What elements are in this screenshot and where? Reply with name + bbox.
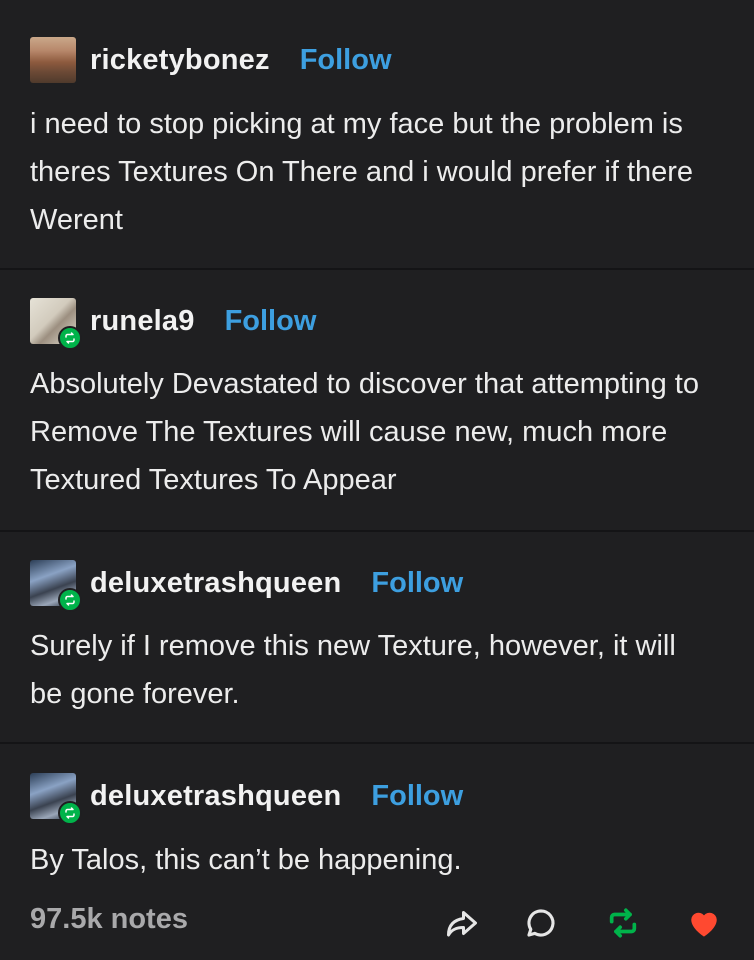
post-2: runela9 Follow Absolutely Devastated to … — [0, 268, 754, 532]
avatar[interactable] — [30, 560, 82, 612]
avatar[interactable] — [30, 773, 82, 825]
post-footer: 97.5k notes — [0, 895, 754, 951]
follow-button[interactable]: Follow — [225, 305, 317, 338]
reply-icon[interactable] — [521, 903, 561, 943]
post-1: ricketybonez Follow i need to stop picki… — [0, 0, 754, 270]
username[interactable]: deluxetrashqueen — [90, 567, 341, 600]
post-text: By Talos, this can’t be happening. — [30, 844, 462, 876]
reblog-badge-icon — [58, 801, 82, 825]
post-text: Surely if I remove this new Texture, how… — [30, 630, 676, 710]
username[interactable]: runela9 — [90, 305, 195, 338]
reblog-badge-icon — [58, 588, 82, 612]
username[interactable]: deluxetrashqueen — [90, 780, 341, 813]
share-icon[interactable] — [442, 903, 482, 943]
post-header: ricketybonez Follow — [30, 37, 392, 83]
post-text: i need to stop picking at my face but th… — [30, 108, 694, 236]
notes-count[interactable]: 97.5k notes — [30, 903, 188, 936]
post-text: Absolutely Devastated to discover that a… — [30, 368, 699, 496]
follow-button[interactable]: Follow — [300, 44, 392, 77]
avatar[interactable] — [30, 37, 76, 83]
username[interactable]: ricketybonez — [90, 44, 270, 77]
like-icon[interactable] — [684, 903, 724, 943]
post-header: deluxetrashqueen Follow — [30, 560, 463, 612]
reblog-icon[interactable] — [603, 903, 643, 943]
post-3: deluxetrashqueen Follow Surely if I remo… — [0, 530, 754, 744]
avatar[interactable] — [30, 298, 82, 350]
post-header: runela9 Follow — [30, 298, 317, 350]
follow-button[interactable]: Follow — [371, 567, 463, 600]
follow-button[interactable]: Follow — [371, 780, 463, 813]
reblog-badge-icon — [58, 326, 82, 350]
post-header: deluxetrashqueen Follow — [30, 773, 463, 825]
